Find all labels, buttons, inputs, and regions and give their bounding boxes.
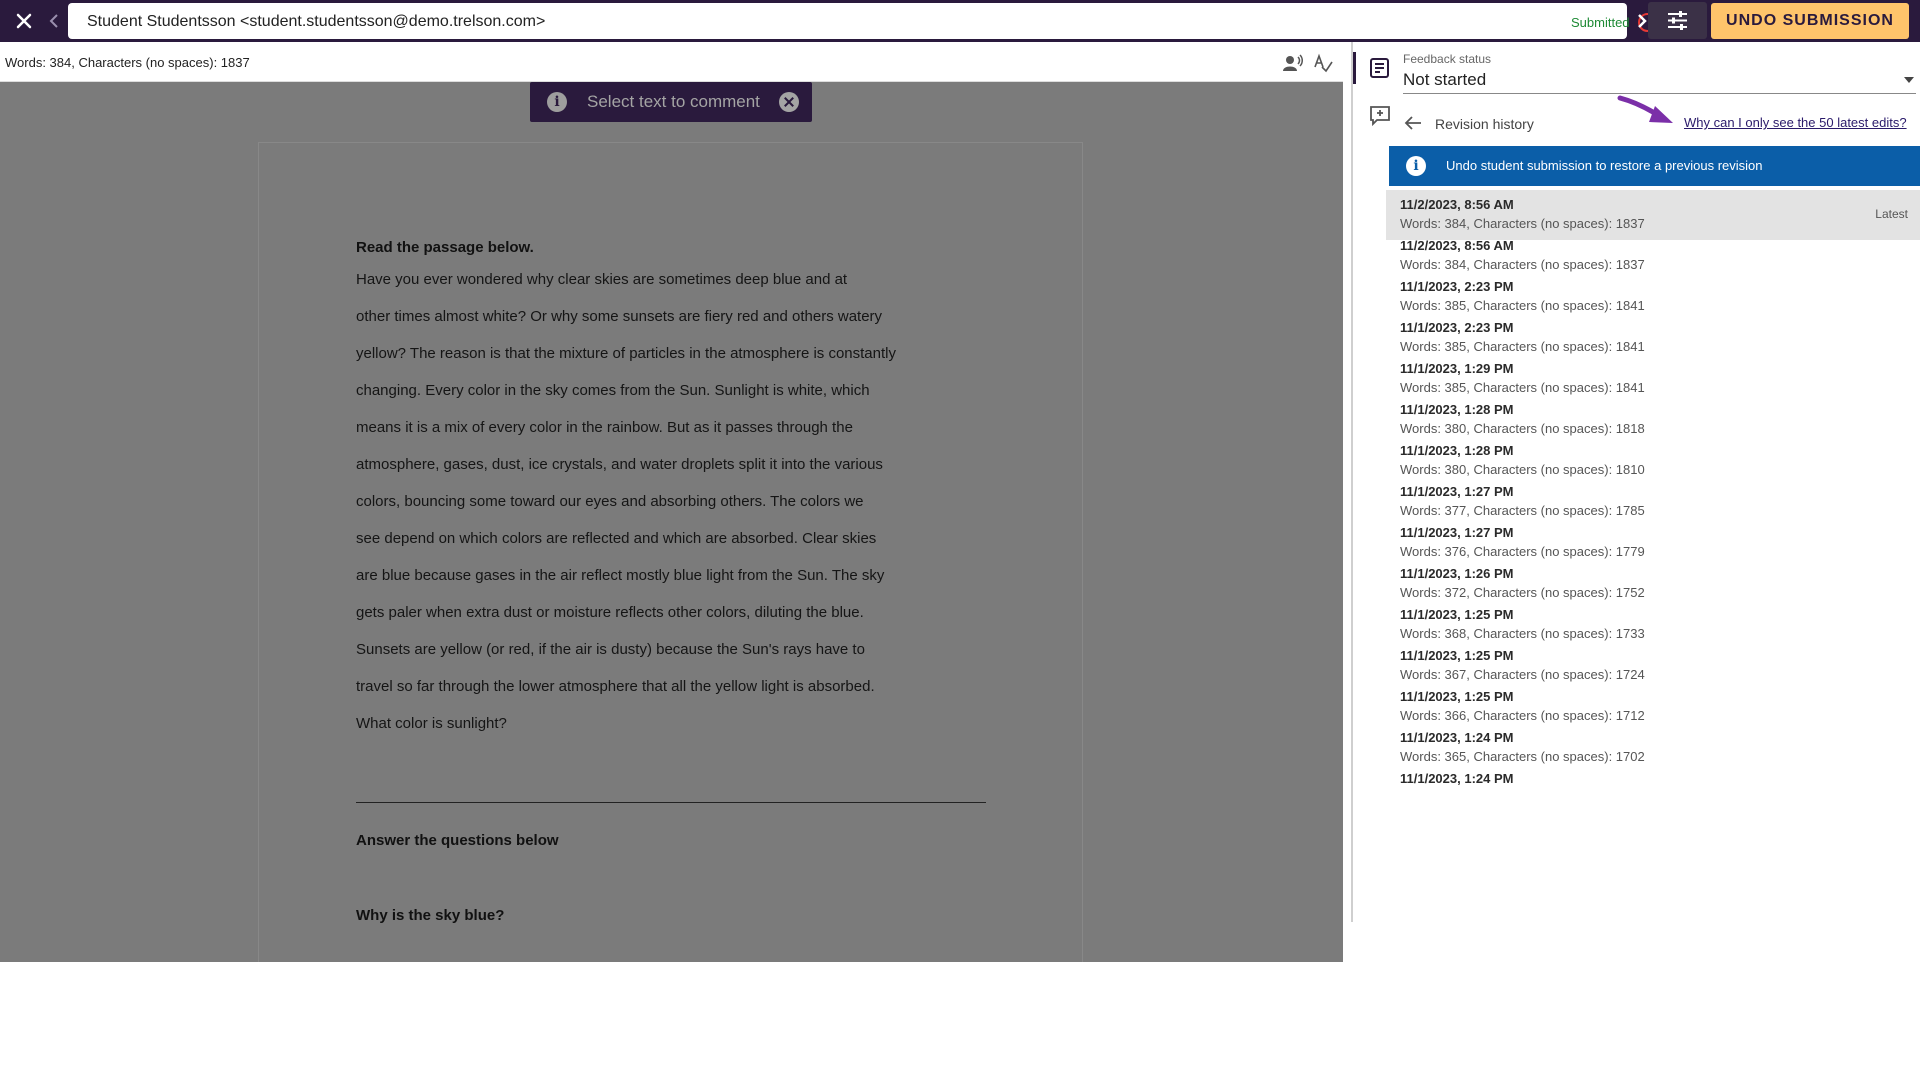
revision-date: 11/1/2023, 1:26 PM <box>1400 566 1514 581</box>
revision-date: 11/1/2023, 1:28 PM <box>1400 402 1514 417</box>
info-banner: i Undo student submission to restore a p… <box>1389 146 1920 186</box>
passage-line: other times almost white? Or why some su… <box>356 308 883 325</box>
revision-stats: Words: 380, Characters (no spaces): 1818 <box>1400 421 1645 436</box>
passage-line: travel so far through the lower atmosphe… <box>356 678 875 695</box>
revision-stats: Words: 384, Characters (no spaces): 1837 <box>1400 216 1645 231</box>
passage-line: Sunsets are yellow (or red, if the air i… <box>356 641 865 658</box>
revision-stats: Words: 385, Characters (no spaces): 1841 <box>1400 380 1645 395</box>
passage-body: Have you ever wondered why clear skies a… <box>356 267 896 748</box>
spellcheck-icon[interactable] <box>1313 53 1333 73</box>
revision-item[interactable]: 11/1/2023, 1:24 PM <box>1386 764 1920 814</box>
chevron-down-icon <box>1904 77 1914 83</box>
read-aloud-icon[interactable] <box>1283 53 1303 73</box>
revision-date: 11/1/2023, 1:24 PM <box>1400 730 1514 745</box>
divider <box>356 802 986 803</box>
question-heading: Why is the sky blue? <box>356 907 505 924</box>
revision-stats: Words: 366, Characters (no spaces): 1712 <box>1400 708 1645 723</box>
close-icon[interactable] <box>12 9 36 33</box>
revision-date: 11/1/2023, 1:27 PM <box>1400 484 1514 499</box>
sliders-icon <box>1668 11 1687 30</box>
passage-line: atmosphere, gases, dust, ice crystals, a… <box>356 456 883 473</box>
chevron-left-icon[interactable] <box>46 11 62 31</box>
revision-date: 11/2/2023, 8:56 AM <box>1400 238 1514 253</box>
top-bar: Student Studentsson <student.studentsson… <box>0 0 1920 42</box>
revision-date: 11/1/2023, 2:23 PM <box>1400 279 1514 294</box>
revision-stats: Words: 372, Characters (no spaces): 1752 <box>1400 585 1645 600</box>
passage-line: are blue because gases in the air reflec… <box>356 567 885 584</box>
answers-heading: Answer the questions below <box>356 832 559 849</box>
document-stats-bar: Words: 384, Characters (no spaces): 1837 <box>0 42 1343 82</box>
undo-submission-button[interactable]: UNDO SUBMISSION <box>1711 3 1909 39</box>
revision-date: 11/2/2023, 8:56 AM <box>1400 197 1514 212</box>
revision-stats: Words: 380, Characters (no spaces): 1810 <box>1400 462 1645 477</box>
page-background <box>0 962 1920 1080</box>
revision-date: 11/1/2023, 2:23 PM <box>1400 320 1514 335</box>
student-name: Student Studentsson <student.studentsson… <box>87 13 546 30</box>
passage-line: gets paler when extra dust or moisture r… <box>356 604 864 621</box>
info-icon: i <box>1406 156 1426 176</box>
document-area: Words: 384, Characters (no spaces): 1837… <box>0 42 1343 962</box>
revision-stats: Words: 376, Characters (no spaces): 1779 <box>1400 544 1645 559</box>
back-arrow-icon[interactable] <box>1402 112 1424 134</box>
passage-line: colors, bouncing some toward our eyes an… <box>356 493 864 510</box>
why-50-edits-link[interactable]: Why can I only see the 50 latest edits? <box>1684 115 1907 130</box>
revision-date: 11/1/2023, 1:24 PM <box>1400 771 1514 786</box>
comment-hint-toast: i Select text to comment <box>530 82 812 122</box>
info-banner-text: Undo student submission to restore a pre… <box>1446 158 1763 173</box>
submission-status: Submitted <box>1571 15 1630 30</box>
latest-badge: Latest <box>1875 207 1908 221</box>
revision-stats: Words: 368, Characters (no spaces): 1733 <box>1400 626 1645 641</box>
document-page[interactable]: Read the passage below. Have you ever wo… <box>258 142 1083 962</box>
passage-line: means it is a mix of every color in the … <box>356 419 853 436</box>
feedback-panel: Feedback status Not started Revision his… <box>1343 42 1920 962</box>
close-toast-icon[interactable] <box>779 92 799 112</box>
word-count: Words: 384, Characters (no spaces): 1837 <box>5 55 250 70</box>
toast-message: Select text to comment <box>587 92 760 111</box>
passage-heading: Read the passage below. <box>356 239 534 256</box>
info-icon: i <box>547 92 567 112</box>
revision-stats: Words: 377, Characters (no spaces): 1785 <box>1400 503 1645 518</box>
comment-icon[interactable] <box>1369 105 1391 127</box>
settings-sliders-button[interactable] <box>1648 2 1707 39</box>
passage-line: Have you ever wondered why clear skies a… <box>356 271 848 288</box>
revision-history-title: Revision history <box>1435 116 1534 132</box>
revision-date: 11/1/2023, 1:25 PM <box>1400 689 1514 704</box>
feedback-status-label: Feedback status <box>1403 52 1492 66</box>
pointer-arrow-icon <box>1617 95 1673 123</box>
revision-date: 11/1/2023, 1:25 PM <box>1400 607 1514 622</box>
revision-stats: Words: 365, Characters (no spaces): 1702 <box>1400 749 1645 764</box>
passage-line: yellow? The reason is that the mixture o… <box>356 345 896 362</box>
revision-date: 11/1/2023, 1:27 PM <box>1400 525 1514 540</box>
revision-date: 11/1/2023, 1:29 PM <box>1400 361 1514 376</box>
revision-stats: Words: 367, Characters (no spaces): 1724 <box>1400 667 1645 682</box>
passage-line: see depend on which colors are reflected… <box>356 530 877 547</box>
revision-date: 11/1/2023, 1:28 PM <box>1400 443 1514 458</box>
revision-stats: Words: 385, Characters (no spaces): 1841 <box>1400 339 1645 354</box>
passage-line: What color is sunlight? <box>356 715 507 732</box>
feedback-notes-icon[interactable] <box>1369 57 1391 79</box>
revision-stats: Words: 385, Characters (no spaces): 1841 <box>1400 298 1645 313</box>
feedback-status-value: Not started <box>1403 70 1487 89</box>
revision-list: 11/2/2023, 8:56 AM Words: 384, Characters… <box>1386 190 1920 922</box>
passage: Read the passage below. Have you ever wo… <box>356 239 896 748</box>
active-indicator <box>1353 52 1356 84</box>
feedback-status-select[interactable]: Not started <box>1403 66 1916 94</box>
passage-line: changing. Every color in the sky comes f… <box>356 382 870 399</box>
student-selector[interactable]: Student Studentsson <student.studentsson… <box>68 3 1674 39</box>
revision-date: 11/1/2023, 1:25 PM <box>1400 648 1514 663</box>
revision-stats: Words: 384, Characters (no spaces): 1837 <box>1400 257 1645 272</box>
